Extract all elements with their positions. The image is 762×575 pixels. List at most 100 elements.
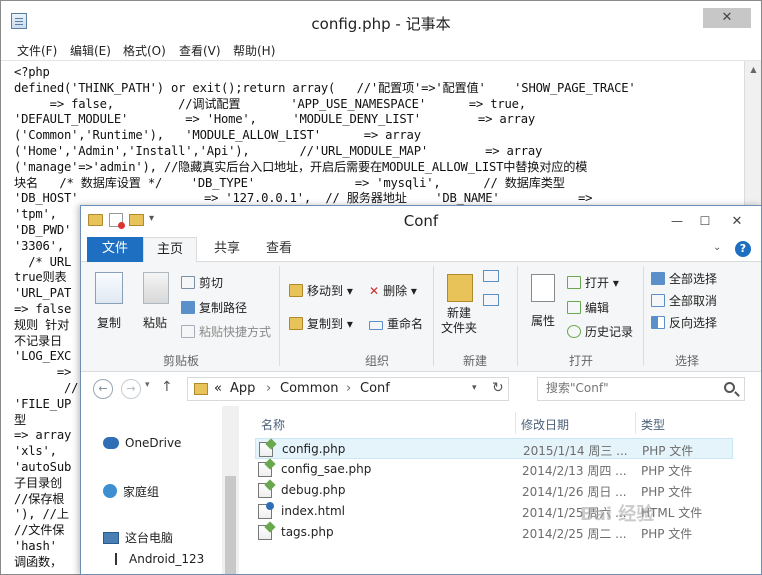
ribbon-divider xyxy=(643,266,644,366)
copy-path-button[interactable]: 复制路径 xyxy=(181,299,247,316)
breadcrumb-app[interactable]: App xyxy=(230,381,255,396)
breadcrumb-separator: › xyxy=(266,381,272,396)
group-select-label: 选择 xyxy=(674,354,699,368)
php-file-icon xyxy=(258,483,272,498)
php-file-icon xyxy=(258,462,272,477)
tab-share[interactable]: 共享 xyxy=(201,237,253,262)
forward-arrow-icon[interactable]: → xyxy=(121,379,141,399)
tab-file[interactable]: 文件 xyxy=(87,237,143,262)
move-to-icon xyxy=(289,284,303,297)
nav-item-android[interactable]: Android_123 xyxy=(115,552,204,566)
navigation-scrollbar[interactable] xyxy=(222,406,239,574)
menu-view[interactable]: 查看(V) xyxy=(179,42,221,59)
table-row[interactable]: tags.php 2014/2/25 周二 ... PHP 文件 xyxy=(255,522,733,543)
scrollbar-thumb[interactable] xyxy=(225,476,236,574)
select-none-button[interactable]: 全部取消 xyxy=(651,292,717,309)
ribbon-divider xyxy=(517,266,518,366)
device-icon xyxy=(115,553,119,565)
computer-icon xyxy=(103,532,119,544)
breadcrumb-common[interactable]: Common xyxy=(280,381,339,396)
move-to-button[interactable]: 移动到 ▾ xyxy=(289,282,353,299)
recent-locations-icon[interactable]: ▾ xyxy=(145,380,150,390)
rename-icon xyxy=(369,321,383,330)
text-line: 'DEFAULT_MODULE' => 'Home', 'MODULE_DENY… xyxy=(14,112,536,127)
shortcut-icon xyxy=(181,325,195,338)
column-divider[interactable] xyxy=(515,412,516,434)
notepad-titlebar[interactable]: config.php - 记事本 ✕ xyxy=(1,1,761,39)
chevron-down-icon[interactable]: ⌄ xyxy=(713,242,721,253)
php-file-icon xyxy=(258,525,272,540)
invert-selection-icon xyxy=(651,316,665,329)
table-row[interactable]: debug.php 2014/1/26 周日 ... PHP 文件 xyxy=(255,480,733,501)
file-type: PHP 文件 xyxy=(641,485,693,499)
select-all-button[interactable]: 全部选择 xyxy=(651,270,717,287)
help-icon[interactable]: ? xyxy=(735,241,751,257)
close-icon[interactable]: ✕ xyxy=(722,214,752,229)
refresh-icon[interactable]: ↻ xyxy=(492,380,504,396)
address-dropdown-icon[interactable]: ▾ xyxy=(472,383,477,393)
scroll-up-icon[interactable]: ▲ xyxy=(745,61,761,78)
new-folder-button[interactable]: 新建 文件夹 xyxy=(433,306,485,336)
explorer-title: Conf xyxy=(403,212,439,230)
easy-access-icon[interactable] xyxy=(483,294,499,306)
text-line: ('manage'=>'admin'), //隐藏真实后台入口地址，开启后需要在… xyxy=(14,159,588,174)
nav-item-onedrive[interactable]: OneDrive xyxy=(103,436,181,450)
menu-file[interactable]: 文件(F) xyxy=(17,42,57,59)
table-row[interactable]: config_sae.php 2014/2/13 周四 ... PHP 文件 xyxy=(255,459,733,480)
copy-to-button[interactable]: 复制到 ▾ xyxy=(289,315,353,332)
rename-button[interactable]: 重命名 xyxy=(369,315,423,332)
search-box[interactable] xyxy=(537,377,745,401)
file-type: PHP 文件 xyxy=(641,527,693,541)
copy-button[interactable]: 复制 xyxy=(89,314,129,331)
maximize-icon[interactable]: ☐ xyxy=(695,214,715,228)
invert-selection-button[interactable]: 反向选择 xyxy=(651,314,717,331)
table-row[interactable]: config.php 2015/1/14 周三 ... PHP 文件 xyxy=(255,438,733,459)
paste-button[interactable]: 粘贴 xyxy=(135,314,175,331)
open-button[interactable]: 打开 ▾ xyxy=(567,274,619,291)
file-name: index.html xyxy=(281,504,345,518)
group-new-label: 新建 xyxy=(462,354,487,368)
new-item-icon[interactable] xyxy=(483,270,499,282)
watermark: Bai 经验 xyxy=(580,504,655,525)
menu-edit[interactable]: 编辑(E) xyxy=(70,42,111,59)
file-list: 名称 修改日期 类型 config.php 2015/1/14 周三 ... PHP… xyxy=(239,406,761,574)
paste-shortcut-button[interactable]: 粘贴快捷方式 xyxy=(181,323,271,340)
address-bar[interactable]: « App › Common › Conf ▾ ↻ xyxy=(187,377,509,401)
back-arrow-icon[interactable]: ← xyxy=(93,379,113,399)
column-type[interactable]: 类型 xyxy=(641,416,665,433)
file-name: debug.php xyxy=(281,483,346,497)
file-date: 2014/1/26 周日 ... xyxy=(522,485,627,499)
edit-button[interactable]: 编辑 xyxy=(567,299,609,316)
new-folder-icon xyxy=(447,274,473,302)
text-line: defined('THINK_PATH') or exit();return a… xyxy=(14,80,636,95)
close-icon[interactable]: ✕ xyxy=(703,8,751,28)
search-icon[interactable] xyxy=(724,382,735,393)
delete-button[interactable]: ✕ 删除 ▾ xyxy=(369,282,417,299)
paste-icon xyxy=(143,272,169,304)
nav-item-homegroup[interactable]: 家庭组 xyxy=(103,483,159,500)
explorer-titlebar[interactable]: ▾ Conf — ☐ ✕ xyxy=(81,206,761,236)
menu-format[interactable]: 格式(O) xyxy=(123,42,166,59)
file-date: 2014/2/13 周四 ... xyxy=(522,464,627,478)
minimize-icon[interactable]: — xyxy=(667,214,687,228)
cloud-icon xyxy=(103,437,119,449)
file-date: 2014/2/25 周二 ... xyxy=(522,527,627,541)
delete-icon: ✕ xyxy=(369,284,380,298)
tab-home[interactable]: 主页 xyxy=(143,237,197,263)
ribbon-divider xyxy=(279,266,280,366)
column-name[interactable]: 名称 xyxy=(261,416,285,433)
table-row[interactable]: index.html 2014/1/25 周六 ... HTML 文件 xyxy=(255,501,733,522)
breadcrumb-overflow[interactable]: « xyxy=(214,381,222,396)
column-date[interactable]: 修改日期 xyxy=(521,416,569,433)
search-input[interactable] xyxy=(546,381,716,395)
properties-button[interactable]: 属性 xyxy=(523,312,563,329)
column-divider[interactable] xyxy=(635,412,636,434)
history-button[interactable]: 历史记录 xyxy=(567,323,633,340)
nav-item-this-pc[interactable]: 这台电脑 xyxy=(103,529,173,546)
tab-view[interactable]: 查看 xyxy=(253,237,305,262)
copy-to-icon xyxy=(289,317,303,330)
up-arrow-icon[interactable]: ↑ xyxy=(161,379,173,395)
breadcrumb-conf[interactable]: Conf xyxy=(360,381,390,396)
cut-button[interactable]: 剪切 xyxy=(181,274,223,291)
menu-help[interactable]: 帮助(H) xyxy=(233,42,275,59)
